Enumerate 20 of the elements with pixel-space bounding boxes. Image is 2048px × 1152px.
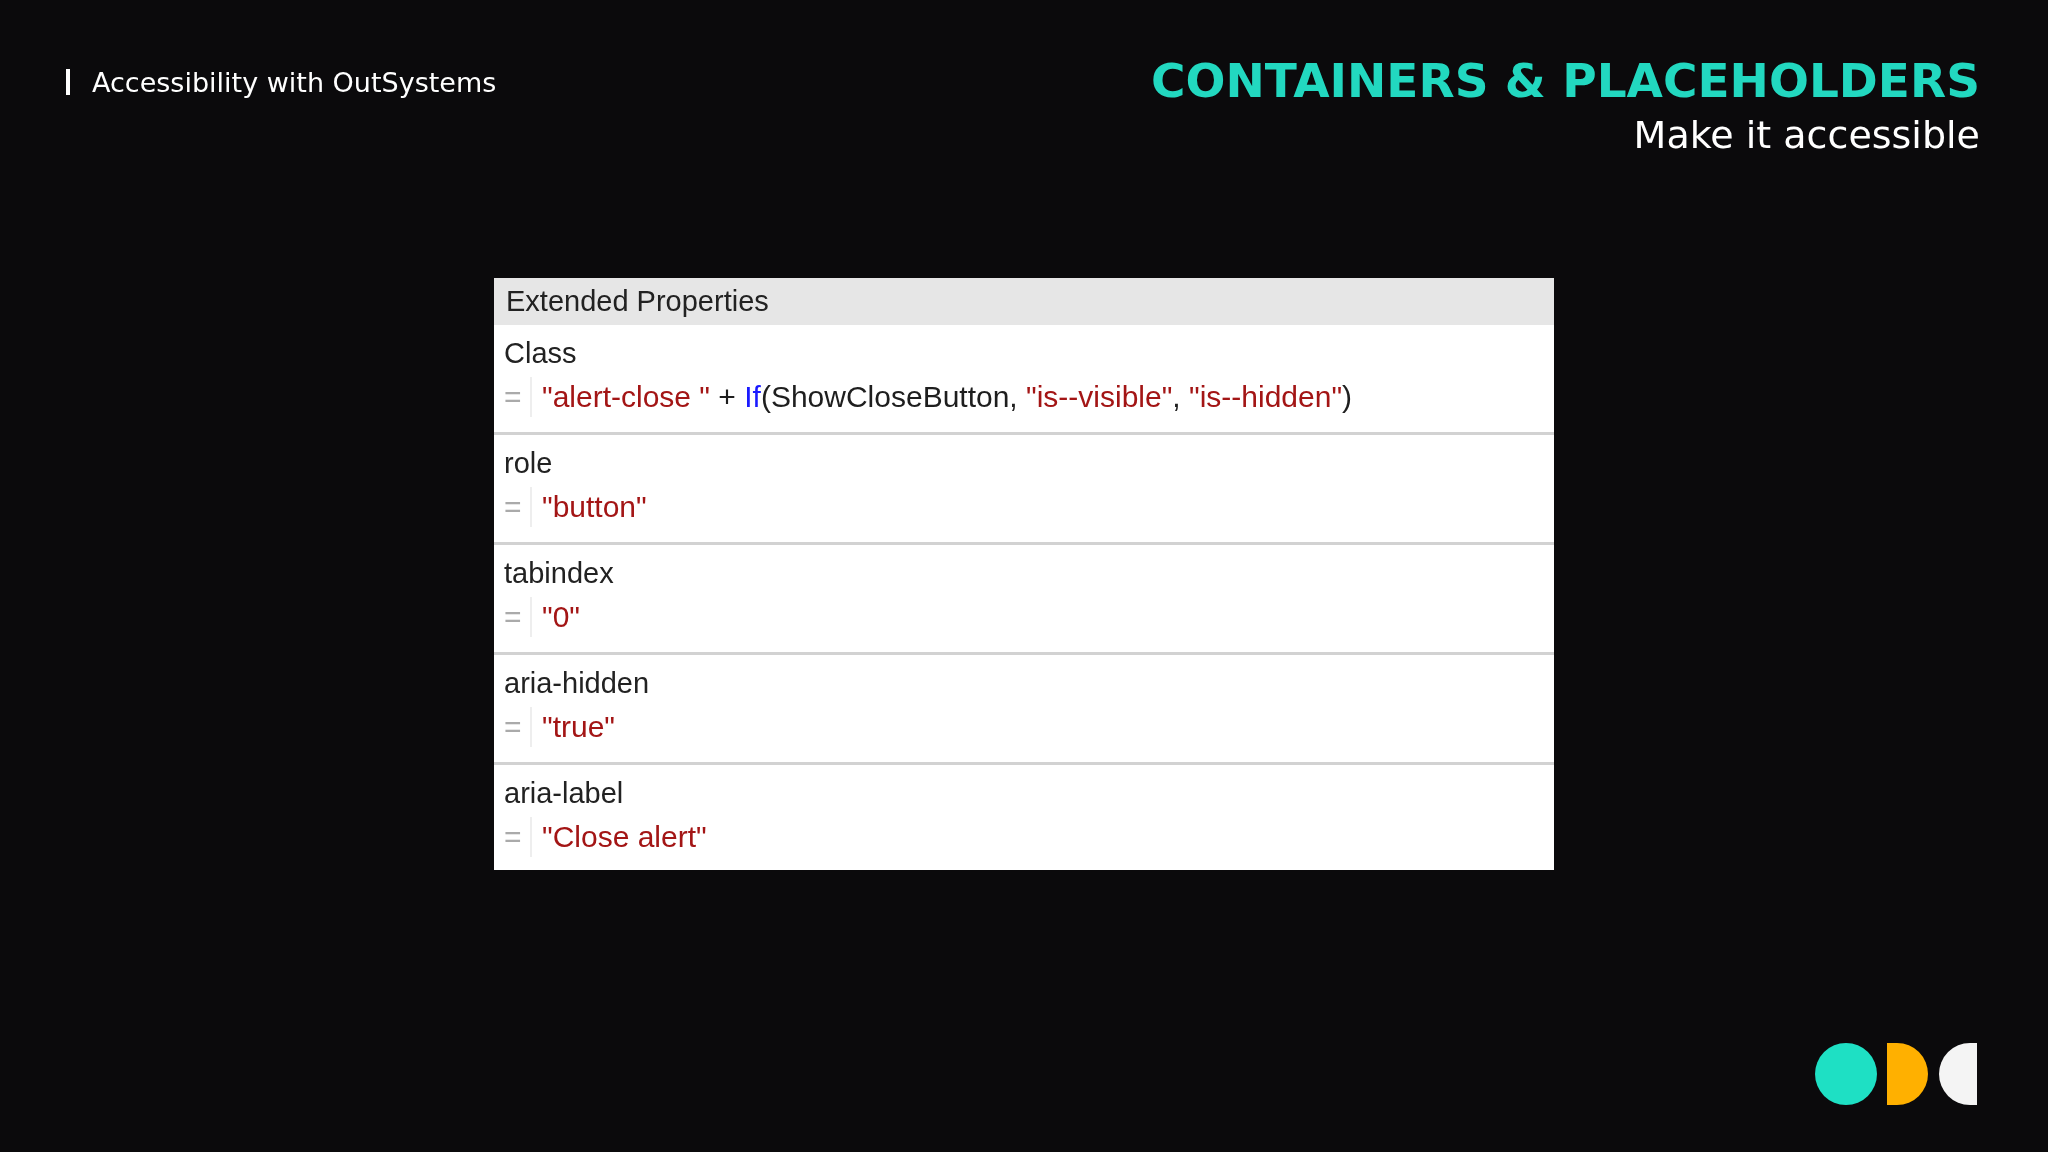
equals-sign: = bbox=[504, 707, 532, 747]
equals-sign: = bbox=[504, 487, 532, 527]
slide-subtitle: Make it accessible bbox=[1632, 112, 1980, 159]
equals-sign: = bbox=[504, 817, 532, 857]
property-value[interactable]: "true" bbox=[542, 707, 615, 747]
property-name: aria-hidden bbox=[504, 666, 651, 701]
property-value[interactable]: "alert-close " + If(ShowCloseButton, "is--visible", "is--hidden") bbox=[542, 377, 1353, 417]
property-value[interactable]: "Close alert" bbox=[542, 817, 707, 857]
slide-title: CONTAINERS & PLACEHOLDERS bbox=[1150, 52, 1980, 110]
property-name: tabindex bbox=[504, 556, 615, 591]
property-value[interactable]: "0" bbox=[542, 597, 580, 637]
divider-bar bbox=[66, 69, 70, 95]
property-name: Class bbox=[504, 336, 578, 371]
property-name: aria-label bbox=[504, 776, 625, 811]
equals-sign: = bbox=[504, 377, 532, 417]
equals-sign: = bbox=[504, 597, 532, 637]
panel-title: Extended Properties bbox=[506, 285, 769, 318]
property-name: role bbox=[504, 446, 554, 481]
property-value[interactable]: "button" bbox=[542, 487, 647, 527]
course-title: Accessibility with OutSystems bbox=[92, 66, 497, 98]
